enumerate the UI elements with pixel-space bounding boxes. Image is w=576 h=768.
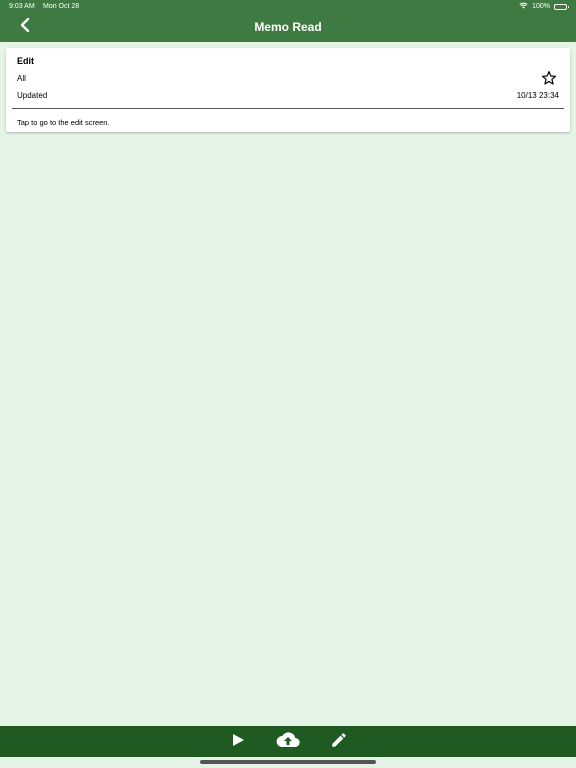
status-time: 9:03 AM bbox=[9, 3, 35, 10]
status-right: 100% bbox=[519, 2, 569, 11]
battery-percent: 100% bbox=[532, 3, 550, 10]
page-title: Memo Read bbox=[254, 20, 322, 34]
memo-card[interactable]: Edit All Updated 10/13 23:34 Tap to go t… bbox=[6, 48, 570, 132]
pencil-icon bbox=[330, 731, 348, 754]
bottom-toolbar bbox=[0, 726, 576, 757]
play-icon bbox=[231, 733, 245, 752]
updated-timestamp: 10/13 23:34 bbox=[516, 91, 559, 100]
status-date: Mon Oct 28 bbox=[43, 3, 80, 10]
wifi-icon bbox=[519, 2, 528, 11]
edit-button[interactable] bbox=[327, 731, 351, 753]
cloud-upload-icon bbox=[276, 731, 300, 754]
home-indicator[interactable] bbox=[200, 760, 376, 764]
memo-body: Tap to go to the edit screen. bbox=[17, 118, 110, 127]
top-bar: 9:03 AM Mon Oct 28 100% Memo Read bbox=[0, 0, 576, 42]
favorite-button[interactable] bbox=[541, 70, 557, 86]
memo-title: Edit bbox=[17, 56, 34, 66]
play-button[interactable] bbox=[226, 731, 250, 753]
memo-category: All bbox=[17, 74, 26, 83]
upload-button[interactable] bbox=[276, 731, 300, 753]
divider bbox=[12, 108, 564, 109]
updated-label: Updated bbox=[17, 91, 48, 100]
star-outline-icon bbox=[541, 71, 557, 90]
battery-icon bbox=[554, 3, 569, 10]
